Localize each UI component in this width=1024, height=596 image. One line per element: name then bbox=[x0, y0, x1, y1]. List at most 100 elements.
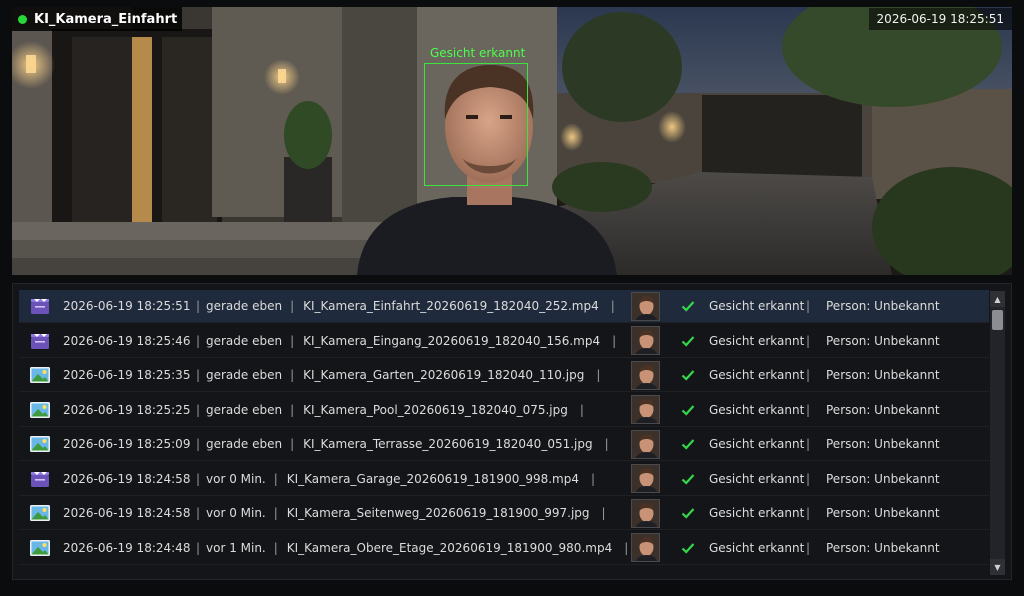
event-person: Person: Unbekannt bbox=[826, 506, 940, 520]
camera-name: KI_Kamera_Einfahrt bbox=[34, 11, 178, 27]
separator: | bbox=[806, 471, 811, 486]
separator: | bbox=[806, 333, 811, 348]
event-row[interactable]: 2026-06-19 18:24:48 | vor 1 Min. | KI_Ka… bbox=[19, 532, 989, 565]
event-filename: KI_Kamera_Garage_20260619_181900_998.mp4 bbox=[286, 471, 579, 486]
check-icon bbox=[681, 437, 695, 451]
event-person: Person: Unbekannt bbox=[826, 471, 940, 486]
separator: | bbox=[806, 299, 811, 313]
event-person: Person: Unbekannt bbox=[826, 540, 940, 555]
check-icon bbox=[681, 368, 695, 382]
separator: | bbox=[591, 471, 596, 486]
separator: | bbox=[196, 368, 201, 382]
check-icon bbox=[681, 472, 695, 486]
face-detection-label: Gesicht erkannt bbox=[430, 46, 526, 60]
image-icon bbox=[29, 401, 51, 419]
event-timestamp: 2026-06-19 18:25:35 bbox=[63, 368, 191, 382]
separator: | bbox=[596, 368, 601, 382]
separator: | bbox=[806, 368, 811, 382]
event-timestamp: 2026-06-19 18:25:46 bbox=[63, 333, 191, 348]
event-person: Person: Unbekannt bbox=[826, 402, 940, 417]
event-filename: KI_Kamera_Pool_20260619_182040_075.jpg bbox=[303, 402, 568, 417]
event-person: Person: Unbekannt bbox=[826, 299, 940, 313]
face-thumbnail[interactable] bbox=[631, 395, 660, 424]
separator: | bbox=[610, 299, 615, 313]
separator: | bbox=[196, 506, 201, 520]
scroll-down-button[interactable]: ▼ bbox=[990, 559, 1005, 575]
check-icon bbox=[681, 299, 695, 313]
face-thumbnail[interactable] bbox=[631, 326, 660, 355]
event-row[interactable]: 2026-06-19 18:24:58 | vor 0 Min. | KI_Ka… bbox=[19, 497, 989, 530]
separator: | bbox=[806, 540, 811, 555]
separator: | bbox=[601, 506, 606, 520]
separator: | bbox=[196, 471, 201, 486]
separator: | bbox=[196, 437, 201, 451]
event-relative-time: vor 0 Min. bbox=[206, 471, 266, 486]
event-filename: KI_Kamera_Eingang_20260619_182040_156.mp… bbox=[303, 333, 601, 348]
video-icon bbox=[29, 332, 51, 350]
camera-timestamp: 2026-06-19 18:25:51 bbox=[868, 8, 1012, 30]
image-icon bbox=[29, 366, 51, 384]
separator: | bbox=[290, 368, 295, 382]
separator: | bbox=[196, 333, 201, 348]
event-relative-time: gerade eben bbox=[206, 368, 283, 382]
separator: | bbox=[806, 437, 811, 451]
event-detection: Gesicht erkannt bbox=[709, 471, 805, 486]
event-timestamp: 2026-06-19 18:24:48 bbox=[63, 540, 191, 555]
separator: | bbox=[196, 540, 201, 555]
event-row[interactable]: 2026-06-19 18:25:09 | gerade eben | KI_K… bbox=[19, 428, 989, 461]
face-thumbnail[interactable] bbox=[631, 360, 660, 390]
event-detection: Gesicht erkannt bbox=[709, 437, 805, 451]
event-timestamp: 2026-06-19 18:24:58 bbox=[63, 471, 191, 486]
event-row[interactable]: 2026-06-19 18:25:46 | gerade eben | KI_K… bbox=[19, 325, 989, 358]
image-icon bbox=[29, 435, 51, 453]
event-filename: KI_Kamera_Seitenweg_20260619_181900_997.… bbox=[286, 506, 590, 520]
separator: | bbox=[290, 402, 295, 417]
event-detection: Gesicht erkannt bbox=[709, 540, 805, 555]
event-row[interactable]: 2026-06-19 18:25:25 | gerade eben | KI_K… bbox=[19, 394, 989, 427]
camera-title-bar: KI_Kamera_Einfahrt bbox=[12, 7, 182, 31]
scrollbar[interactable]: ▲ ▼ bbox=[990, 291, 1005, 575]
event-relative-time: gerade eben bbox=[206, 402, 283, 417]
event-detection: Gesicht erkannt bbox=[709, 299, 805, 313]
event-detection: Gesicht erkannt bbox=[709, 368, 805, 382]
face-thumbnail[interactable] bbox=[631, 533, 660, 562]
check-icon bbox=[681, 541, 695, 555]
event-detection: Gesicht erkannt bbox=[709, 402, 805, 417]
event-filename: KI_Kamera_Terrasse_20260619_182040_051.j… bbox=[303, 437, 593, 451]
event-person: Person: Unbekannt bbox=[826, 333, 940, 348]
event-timestamp: 2026-06-19 18:24:58 bbox=[63, 506, 191, 520]
event-relative-time: gerade eben bbox=[206, 299, 283, 313]
video-icon bbox=[29, 297, 51, 315]
event-filename: KI_Kamera_Obere_Etage_20260619_181900_98… bbox=[286, 540, 613, 555]
separator: | bbox=[604, 437, 609, 451]
separator: | bbox=[290, 437, 295, 451]
check-icon bbox=[681, 403, 695, 417]
scroll-up-button[interactable]: ▲ bbox=[990, 291, 1005, 307]
video-icon bbox=[29, 470, 51, 488]
separator: | bbox=[806, 506, 811, 520]
separator: | bbox=[196, 402, 201, 417]
event-list: 2026-06-19 18:25:51 | gerade eben | KI_K… bbox=[12, 283, 1012, 580]
scroll-thumb[interactable] bbox=[992, 310, 1003, 330]
event-relative-time: vor 0 Min. bbox=[206, 506, 266, 520]
event-relative-time: gerade eben bbox=[206, 437, 283, 451]
face-thumbnail[interactable] bbox=[631, 429, 660, 459]
event-timestamp: 2026-06-19 18:25:09 bbox=[63, 437, 191, 451]
image-icon bbox=[29, 539, 51, 557]
separator: | bbox=[273, 506, 278, 520]
event-filename: KI_Kamera_Einfahrt_20260619_182040_252.m… bbox=[303, 299, 599, 313]
event-person: Person: Unbekannt bbox=[826, 437, 940, 451]
event-relative-time: vor 1 Min. bbox=[206, 540, 266, 555]
event-row[interactable]: 2026-06-19 18:25:51 | gerade eben | KI_K… bbox=[19, 290, 989, 323]
separator: | bbox=[612, 333, 617, 348]
event-timestamp: 2026-06-19 18:25:51 bbox=[63, 299, 191, 313]
face-thumbnail[interactable] bbox=[631, 464, 660, 493]
face-thumbnail[interactable] bbox=[631, 291, 660, 321]
event-row[interactable]: 2026-06-19 18:24:58 | vor 0 Min. | KI_Ka… bbox=[19, 463, 989, 496]
event-row[interactable]: 2026-06-19 18:25:35 | gerade eben | KI_K… bbox=[19, 359, 989, 392]
face-thumbnail[interactable] bbox=[631, 498, 660, 528]
event-relative-time: gerade eben bbox=[206, 333, 283, 348]
event-detection: Gesicht erkannt bbox=[709, 506, 805, 520]
live-status-dot bbox=[18, 14, 27, 24]
separator: | bbox=[196, 299, 201, 313]
